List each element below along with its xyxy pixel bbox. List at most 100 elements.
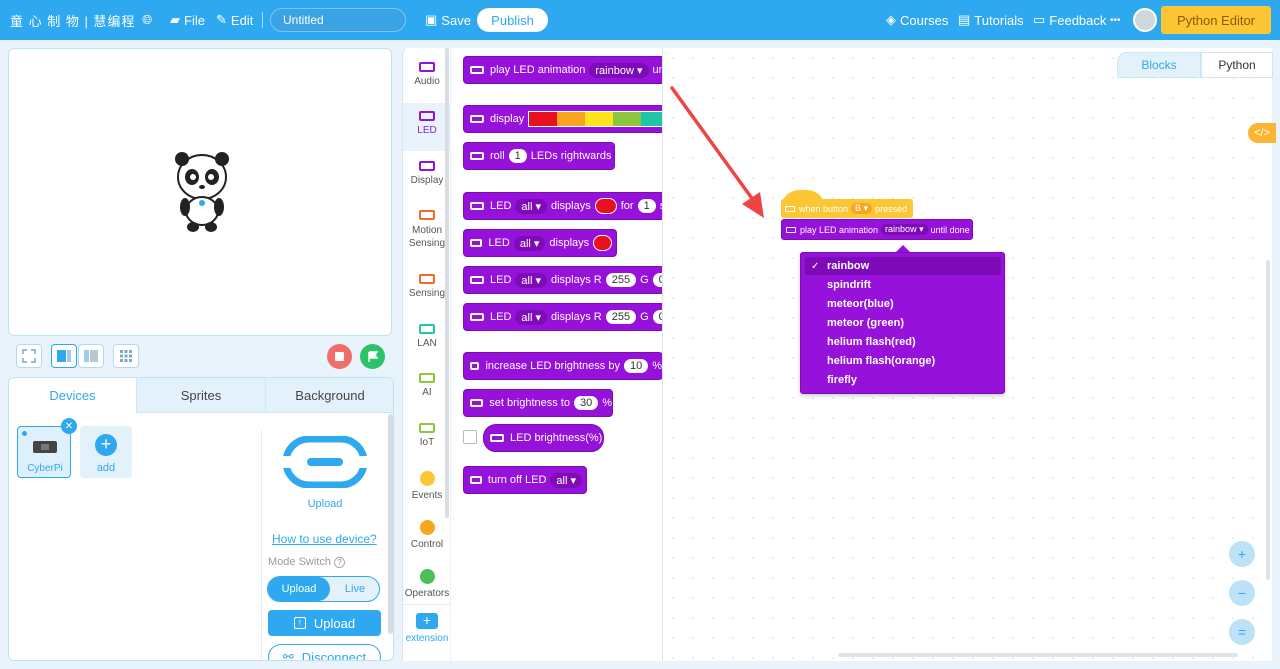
python-editor-button[interactable]: Python Editor — [1161, 6, 1271, 34]
dropdown-option-rainbow[interactable]: ✓ rainbow — [805, 257, 1001, 275]
stage[interactable] — [8, 48, 392, 336]
stop-button[interactable] — [327, 344, 352, 369]
block-turn-off-led[interactable]: turn off LED all ▾ — [463, 466, 587, 494]
green-input[interactable]: 0 — [652, 273, 662, 287]
category-led[interactable]: LED — [403, 103, 451, 151]
block-led-displays[interactable]: LED all ▾ displays — [463, 229, 617, 257]
dropdown-option-spindrift[interactable]: spindrift — [805, 276, 1001, 294]
led-select-dropdown[interactable]: all ▾ — [550, 472, 582, 488]
code-panel-toggle-icon[interactable]: </> — [1248, 123, 1276, 143]
block-play-led-animation-until-done[interactable]: play LED animation rainbow ▾ until done — [781, 219, 973, 240]
led-strip-icon — [470, 276, 484, 284]
block-increase-brightness[interactable]: increase LED brightness by 10% — [463, 352, 662, 380]
animation-dropdown-open[interactable]: rainbow ▾ — [881, 224, 928, 235]
category-motion-sensing[interactable]: Motion Sensing — [403, 202, 451, 250]
category-display[interactable]: Display — [403, 153, 451, 201]
dropdown-option-helium-flash-red[interactable]: helium flash(red) — [805, 333, 1001, 351]
dropdown-option-meteor-blue[interactable]: meteor(blue) — [805, 295, 1001, 313]
project-title-input[interactable] — [270, 8, 406, 32]
category-ai[interactable]: AI — [403, 365, 451, 413]
block-led-displays-for[interactable]: LEDall ▾displaysfor1s — [463, 192, 662, 220]
chat-icon: ▭ — [1033, 12, 1046, 27]
button-select-dropdown[interactable]: B ▾ — [851, 203, 873, 214]
led-select-dropdown[interactable]: all ▾ — [513, 235, 546, 251]
operators-dot-icon — [419, 569, 435, 584]
zoom-out-button[interactable]: − — [1229, 580, 1255, 606]
category-lan[interactable]: LAN — [403, 316, 451, 364]
tab-python[interactable]: Python — [1201, 52, 1273, 78]
monitor-checkbox[interactable] — [463, 430, 477, 444]
tutorials-link[interactable]: ▤ Tutorials — [958, 0, 1024, 40]
add-device-button[interactable]: + add — [80, 426, 132, 478]
category-events[interactable]: Events — [403, 465, 451, 513]
user-avatar[interactable] — [1133, 8, 1157, 32]
tab-devices[interactable]: Devices — [9, 378, 137, 413]
category-control[interactable]: Control — [403, 514, 451, 562]
how-to-use-link[interactable]: How to use device? — [272, 532, 377, 546]
category-iot[interactable]: IoT — [403, 415, 451, 463]
mode-upload-option[interactable]: Upload — [268, 577, 330, 601]
category-audio[interactable]: Audio — [403, 54, 451, 102]
scrollbar[interactable] — [388, 414, 393, 634]
tab-blocks[interactable]: Blocks — [1117, 52, 1201, 78]
red-input[interactable]: 255 — [605, 310, 637, 324]
block-led-brightness-reporter[interactable]: LED brightness(%) — [483, 424, 604, 452]
block-when-button-pressed[interactable]: when button B ▾ pressed — [781, 199, 913, 218]
remove-device-close-icon[interactable]: ✕ — [61, 418, 77, 434]
language-globe-icon[interactable]: 🌐︎ — [142, 0, 156, 40]
large-stage-button[interactable] — [51, 344, 77, 368]
scrollbar[interactable] — [445, 48, 449, 518]
feedback-link[interactable]: ▭ Feedback — [1033, 0, 1106, 40]
publish-button[interactable]: Publish — [477, 8, 548, 32]
panda-sprite[interactable] — [174, 149, 230, 233]
seconds-input[interactable]: 1 — [637, 199, 656, 213]
led-select-dropdown[interactable]: all ▾ — [515, 198, 547, 214]
mode-switch-toggle[interactable]: Upload Live — [267, 576, 380, 602]
small-stage-button[interactable] — [78, 344, 104, 368]
red-input[interactable]: 255 — [605, 273, 637, 287]
block-roll-leds[interactable]: roll 1 LEDs rightwards — [463, 142, 615, 170]
category-sensing[interactable]: Sensing — [403, 266, 451, 314]
block-play-led-animation[interactable]: play LED animationrainbow ▾un — [463, 56, 662, 84]
animation-dropdown-menu: ✓ rainbow spindrift meteor(blue) meteor (… — [800, 252, 1005, 394]
color-strip[interactable] — [528, 111, 662, 127]
zoom-reset-button[interactable]: = — [1229, 619, 1255, 645]
zoom-in-button[interactable]: + — [1229, 541, 1255, 567]
upload-button[interactable]: ↑ Upload — [268, 610, 381, 636]
device-card-cyberpi[interactable]: CyberPi — [17, 426, 71, 478]
help-icon[interactable]: ? — [334, 557, 346, 568]
block-led-displays-rgb-2[interactable]: LEDall ▾displays R255G0 — [463, 303, 662, 331]
scrollbar[interactable] — [1266, 260, 1270, 580]
brightness-input[interactable]: 30 — [573, 396, 599, 410]
events-dot-icon — [419, 471, 435, 486]
more-menu-icon[interactable]: ••• — [1110, 0, 1121, 40]
green-input[interactable]: 0 — [652, 310, 662, 324]
dropdown-option-firefly[interactable]: firefly — [805, 371, 1001, 389]
color-picker[interactable] — [594, 198, 617, 214]
courses-link[interactable]: ◈ Courses — [886, 0, 948, 40]
block-set-brightness[interactable]: set brightness to 30% — [463, 389, 613, 417]
green-flag-button[interactable] — [360, 344, 385, 369]
fullscreen-button[interactable] — [16, 344, 42, 368]
led-select-dropdown[interactable]: all ▾ — [515, 272, 547, 288]
roll-count-input[interactable]: 1 — [508, 149, 527, 163]
led-strip-icon — [470, 399, 484, 407]
color-picker[interactable] — [593, 235, 612, 251]
disconnect-button[interactable]: ⚯ Disconnect — [268, 644, 381, 660]
block-display-colors[interactable]: display — [463, 105, 662, 133]
file-menu[interactable]: ▰ File — [170, 0, 205, 40]
brightness-delta-input[interactable]: 10 — [623, 359, 649, 373]
scrollbar[interactable] — [838, 653, 1238, 657]
block-led-displays-rgb[interactable]: LEDall ▾displays R255G0 — [463, 266, 662, 294]
edit-menu[interactable]: ✎ Edit — [216, 0, 253, 40]
dropdown-option-helium-flash-orange[interactable]: helium flash(orange) — [805, 352, 1001, 370]
dropdown-option-meteor-green[interactable]: meteor (green) — [805, 314, 1001, 332]
grid-view-button[interactable] — [113, 344, 139, 368]
led-select-dropdown[interactable]: all ▾ — [515, 309, 547, 325]
tab-background[interactable]: Background — [266, 378, 393, 413]
animation-dropdown[interactable]: rainbow ▾ — [589, 62, 649, 78]
mode-live-option[interactable]: Live — [330, 577, 380, 601]
save-button[interactable]: ▣ Save — [425, 0, 471, 40]
category-extension[interactable]: + extension — [403, 604, 451, 660]
tab-sprites[interactable]: Sprites — [137, 378, 266, 413]
